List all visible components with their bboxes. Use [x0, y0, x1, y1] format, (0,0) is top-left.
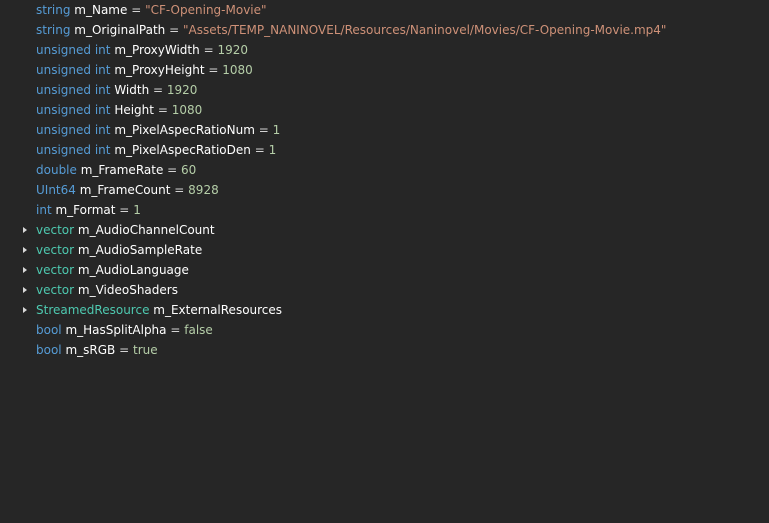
row-value: 1 [133, 203, 141, 217]
row-field: m_Format [55, 203, 116, 217]
tree-row-m-externalresources[interactable]: StreamedResource m_ExternalResources [0, 300, 769, 320]
row-field: m_FrameCount [79, 183, 171, 197]
row-value: 1080 [222, 63, 253, 77]
row-value: "Assets/TEMP_NANINOVEL/Resources/Naninov… [183, 23, 667, 37]
row-value: 1920 [217, 43, 249, 57]
row-type: vector [36, 223, 75, 237]
row-type: vector [36, 283, 75, 297]
row-value: 8928 [188, 183, 219, 197]
row-type: string [36, 23, 71, 37]
row-type: vector [36, 263, 75, 277]
row-field: m_AudioLanguage [77, 263, 189, 277]
row-type: unsigned int [36, 63, 111, 77]
row-field: Width [114, 83, 150, 97]
row-operator: = [208, 63, 219, 77]
row-type: double [36, 163, 77, 177]
row-value: 1920 [166, 83, 198, 97]
tree-row-m-proxyheight[interactable]: unsigned int m_ProxyHeight = 1080 [0, 60, 769, 80]
row-operator: = [169, 23, 180, 37]
tree-row-m-srgb[interactable]: bool m_sRGB = true [0, 340, 769, 360]
row-field: m_AudioSampleRate [77, 243, 203, 257]
row-field: m_PixelAspecRatioNum [114, 123, 255, 137]
row-field: m_PixelAspecRatioDen [114, 143, 251, 157]
row-operator: = [167, 163, 178, 177]
row-type: unsigned int [36, 103, 111, 117]
triangle-right-icon[interactable] [23, 287, 27, 293]
row-field: m_HasSplitAlpha [65, 323, 167, 337]
row-operator: = [254, 143, 265, 157]
row-type: unsigned int [36, 83, 111, 97]
tree-row-m-name[interactable]: string m_Name = "CF-Opening-Movie" [0, 0, 769, 20]
row-type: unsigned int [36, 123, 111, 137]
tree-row-m-audiosamplerate[interactable]: vector m_AudioSampleRate [0, 240, 769, 260]
row-operator: = [153, 83, 164, 97]
row-field: m_VideoShaders [77, 283, 178, 297]
row-field: m_ProxyHeight [114, 63, 205, 77]
row-type: bool [36, 343, 62, 357]
tree-row-width[interactable]: unsigned int Width = 1920 [0, 80, 769, 100]
row-field: Height [114, 103, 154, 117]
row-value: 1 [272, 123, 281, 137]
tree-row-m-audiolanguage[interactable]: vector m_AudioLanguage [0, 260, 769, 280]
row-value: 1080 [171, 103, 203, 117]
tree-row-m-hassplitalpha[interactable]: bool m_HasSplitAlpha = false [0, 320, 769, 340]
row-field: m_AudioChannelCount [77, 223, 215, 237]
row-field: m_ProxyWidth [114, 43, 200, 57]
row-type: int [36, 203, 52, 217]
tree-row-height[interactable]: unsigned int Height = 1080 [0, 100, 769, 120]
triangle-right-icon[interactable] [23, 307, 27, 313]
row-value: "CF-Opening-Movie" [145, 3, 267, 17]
row-operator: = [203, 43, 214, 57]
tree-row-m-originalpath[interactable]: string m_OriginalPath = "Assets/TEMP_NAN… [0, 20, 769, 40]
row-operator: = [119, 203, 130, 217]
row-operator: = [157, 103, 168, 117]
row-field: m_FrameRate [80, 163, 164, 177]
tree-row-m-videoshaders[interactable]: vector m_VideoShaders [0, 280, 769, 300]
row-operator: = [170, 323, 181, 337]
property-tree: string m_Name = "CF-Opening-Movie" strin… [0, 0, 769, 360]
row-field: m_OriginalPath [74, 23, 166, 37]
row-type: bool [36, 323, 62, 337]
row-operator: = [174, 183, 185, 197]
triangle-right-icon[interactable] [23, 247, 27, 253]
row-type: UInt64 [36, 183, 76, 197]
row-value: true [133, 343, 158, 357]
row-field: m_ExternalResources [153, 303, 283, 317]
tree-row-m-audiochannelcount[interactable]: vector m_AudioChannelCount [0, 220, 769, 240]
tree-row-m-proxywidth[interactable]: unsigned int m_ProxyWidth = 1920 [0, 40, 769, 60]
row-type: string [36, 3, 71, 17]
tree-row-m-format[interactable]: int m_Format = 1 [0, 200, 769, 220]
row-type: vector [36, 243, 75, 257]
tree-row-m-pixelaspecrationum[interactable]: unsigned int m_PixelAspecRatioNum = 1 [0, 120, 769, 140]
row-field: m_sRGB [65, 343, 116, 357]
row-operator: = [119, 343, 130, 357]
tree-row-m-framecount[interactable]: UInt64 m_FrameCount = 8928 [0, 180, 769, 200]
row-value: 1 [268, 143, 277, 157]
triangle-right-icon[interactable] [23, 227, 27, 233]
row-operator: = [258, 123, 269, 137]
row-operator: = [131, 3, 142, 17]
row-type: unsigned int [36, 143, 111, 157]
row-type: unsigned int [36, 43, 111, 57]
row-value: false [184, 323, 213, 337]
triangle-right-icon[interactable] [23, 267, 27, 273]
row-type: StreamedResource [36, 303, 150, 317]
tree-row-m-pixelaspecratioden[interactable]: unsigned int m_PixelAspecRatioDen = 1 [0, 140, 769, 160]
row-value: 60 [181, 163, 197, 177]
tree-row-m-framerate[interactable]: double m_FrameRate = 60 [0, 160, 769, 180]
row-field: m_Name [74, 3, 128, 17]
